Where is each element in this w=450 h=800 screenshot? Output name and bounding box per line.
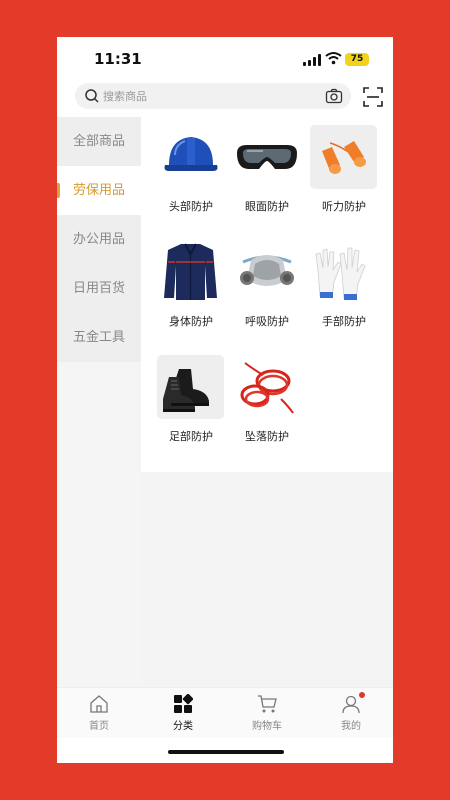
grid-item-fall[interactable]: 坠落防护	[232, 347, 302, 447]
cart-icon	[258, 695, 277, 713]
tab-category[interactable]: 分类	[141, 688, 225, 738]
tab-label: 购物车	[252, 721, 282, 732]
content-background	[141, 472, 393, 687]
camera-icon[interactable]	[325, 87, 343, 105]
status-bar: 11:31 75	[57, 37, 393, 81]
sidebar-item-labor-protection[interactable]: 劳保用品	[57, 166, 141, 215]
phone-screen: 11:31 75 搜索商品 全部商品 劳保用品 办公用品 日用百货 五金工具 头…	[57, 37, 393, 763]
scan-icon[interactable]	[362, 86, 384, 108]
wifi-icon	[325, 52, 342, 65]
grid-item-label: 呼吸防护	[245, 315, 289, 328]
sidebar-item-label: 全部商品	[72, 134, 125, 149]
tab-label: 首页	[89, 721, 109, 732]
category-sidebar: 全部商品 劳保用品 办公用品 日用百货 五金工具	[57, 117, 141, 687]
grid-item-label: 头部防护	[169, 200, 213, 213]
battery-level: 75	[350, 54, 364, 64]
search-bar[interactable]	[75, 83, 351, 109]
bottom-tab-bar: 首页 分类 购物车 我的	[57, 687, 393, 738]
boots-image	[157, 355, 224, 419]
subcategory-grid: 头部防护 眼面防护 听力防护 身体防护 呼吸防护 手部防护 足部防护 坠落防护	[141, 117, 393, 472]
earplugs-image	[310, 125, 377, 189]
grid-item-hearing[interactable]: 听力防护	[309, 117, 379, 217]
grid-item-hand[interactable]: 手部防护	[309, 232, 379, 332]
grid-item-label: 足部防护	[169, 430, 213, 443]
home-indicator	[168, 750, 284, 754]
grid-item-respiratory[interactable]: 呼吸防护	[232, 232, 302, 332]
grid-item-label: 眼面防护	[245, 200, 289, 213]
grid-item-label: 听力防护	[322, 200, 366, 213]
sidebar-item-label: 劳保用品	[72, 183, 125, 198]
active-indicator	[57, 183, 60, 198]
grid-item-eye-face[interactable]: 眼面防护	[232, 117, 302, 217]
sidebar-item-daily[interactable]: 日用百货	[57, 264, 141, 313]
sidebar-item-label: 五金工具	[72, 330, 125, 345]
tab-mine[interactable]: 我的	[309, 688, 393, 738]
tab-cart[interactable]: 购物车	[225, 688, 309, 738]
grid-item-head[interactable]: 头部防护	[156, 117, 226, 217]
grid-item-foot[interactable]: 足部防护	[156, 347, 226, 447]
category-icon	[174, 694, 193, 713]
grid-item-label: 坠落防护	[245, 430, 289, 443]
grid-item-label: 身体防护	[169, 315, 213, 328]
sidebar-item-label: 日用百货	[72, 281, 125, 296]
grid-item-body[interactable]: 身体防护	[156, 232, 226, 332]
jacket-image	[164, 243, 217, 300]
signal-icon	[303, 54, 321, 66]
user-icon	[342, 695, 360, 714]
battery-icon: 75	[345, 53, 369, 66]
respirator-image	[240, 255, 294, 286]
sidebar-item-label: 办公用品	[72, 232, 125, 247]
home-icon	[90, 695, 108, 713]
goggles-image	[237, 145, 297, 169]
rope-image	[240, 362, 294, 414]
sidebar-item-office[interactable]: 办公用品	[57, 215, 141, 264]
search-icon	[85, 89, 99, 103]
notification-dot	[359, 692, 365, 698]
tab-label: 我的	[341, 721, 361, 732]
grid-item-label: 手部防护	[322, 315, 366, 328]
status-time: 11:31	[94, 50, 142, 68]
gloves-image	[315, 247, 366, 301]
helmet-image	[164, 137, 218, 171]
sidebar-item-all[interactable]: 全部商品	[57, 117, 141, 166]
search-input[interactable]	[103, 86, 303, 106]
sidebar-item-hardware[interactable]: 五金工具	[57, 313, 141, 362]
tab-home[interactable]: 首页	[57, 688, 141, 738]
tab-label: 分类	[173, 721, 193, 732]
